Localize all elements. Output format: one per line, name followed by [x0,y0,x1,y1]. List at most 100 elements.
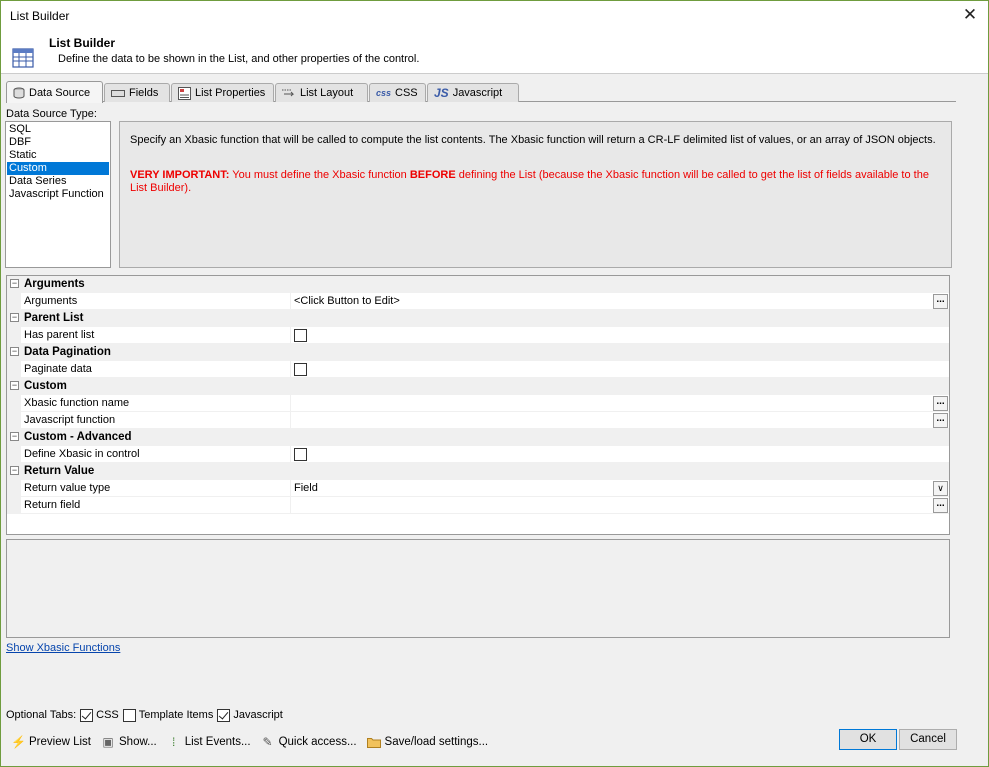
cancel-button[interactable]: Cancel [899,729,957,750]
category-label: Parent List [24,312,84,324]
optional-tab-javascript[interactable]: Javascript [217,708,283,722]
header-title: List Builder [49,36,116,50]
close-icon[interactable]: ✕ [960,5,980,25]
chevron-down-icon[interactable]: ∨ [933,481,948,496]
checkbox-label: Javascript [233,709,283,721]
category-parent-list[interactable]: − Parent List [7,310,949,327]
title-bar: List Builder ✕ [1,1,988,31]
folder-icon [366,738,381,748]
collapse-icon[interactable]: − [10,347,19,356]
property-name: Return value type [24,482,111,494]
category-arguments[interactable]: − Arguments [7,276,949,293]
category-custom[interactable]: − Custom [7,378,949,395]
tab-fields[interactable]: Fields [104,83,170,102]
data-source-type-label: Data Source Type: [6,108,97,120]
category-label: Return Value [24,465,95,477]
property-row-xbasic-function-name[interactable]: Xbasic function name ... [7,395,949,412]
warning-bold: BEFORE [409,169,456,181]
has-parent-list-checkbox[interactable] [294,329,307,342]
window-title: List Builder [10,9,70,23]
collapse-icon[interactable]: − [10,432,19,441]
list-item[interactable]: Static [7,149,109,162]
optional-tabs: Optional Tabs: CSS Template Items Javasc… [6,708,283,722]
property-value[interactable]: Field [294,482,318,494]
category-data-pagination[interactable]: − Data Pagination [7,344,949,361]
row-gutter [7,480,21,497]
collapse-icon[interactable]: − [10,466,19,475]
list-item[interactable]: DBF [7,136,109,149]
property-value: <Click Button to Edit> [294,295,400,307]
property-row-javascript-function[interactable]: Javascript function ... [7,412,949,429]
tab-label: List Properties [195,87,266,99]
optional-tab-css[interactable]: CSS [80,708,119,722]
property-row-return-field[interactable]: Return field ... [7,497,949,514]
property-name: Xbasic function name [24,397,130,409]
row-gutter [7,361,21,378]
js-icon: JS [434,86,449,100]
property-name: Arguments [24,295,78,307]
property-grid: − Arguments Arguments <Click Button to E… [6,275,950,535]
lightning-icon: ⚡ [11,735,26,749]
tab-list-layout[interactable]: List Layout [275,83,368,102]
tab-css[interactable]: css CSS [369,83,426,102]
preview-list-button[interactable]: ⚡ Preview List [11,735,91,749]
bottom-toolbar: ⚡ Preview List ▣ Show... ⁞ List Events..… [11,732,488,752]
tab-javascript[interactable]: JS Javascript [427,83,519,102]
list-item[interactable]: Javascript Function [7,188,109,201]
events-icon: ⁞ [172,735,176,749]
optional-tab-template-items[interactable]: Template Items [122,708,214,722]
property-row-paginate-data[interactable]: Paginate data [7,361,949,378]
toolbar-label: Show... [119,736,157,748]
column-divider [290,395,291,412]
column-divider [290,497,291,514]
checkbox-label: Template Items [138,709,214,721]
tab-label: CSS [395,87,418,99]
css-icon: css [376,88,392,98]
column-divider [290,293,291,310]
list-item[interactable]: Data Series [7,175,109,188]
collapse-icon[interactable]: − [10,313,19,322]
list-events-button[interactable]: ⁞ List Events... [167,735,251,749]
property-row-return-value-type[interactable]: Return value type Field ∨ [7,480,949,497]
category-return-value[interactable]: − Return Value [7,463,949,480]
field-icon [111,90,125,97]
property-row-arguments[interactable]: Arguments <Click Button to Edit> ... [7,293,949,310]
dialog-header: List Builder Define the data to be shown… [1,31,988,74]
checkbox[interactable] [80,708,94,722]
checkbox[interactable] [217,708,231,722]
checkbox[interactable] [122,708,136,722]
show-button[interactable]: ▣ Show... [101,735,157,749]
collapse-icon[interactable]: − [10,279,19,288]
list-item[interactable]: SQL [7,123,109,136]
optional-tabs-label: Optional Tabs: [6,709,77,721]
properties-icon [178,86,191,100]
ellipsis-button[interactable]: ... [933,396,948,411]
toolbar-label: List Events... [184,736,251,748]
property-name: Define Xbasic in control [24,448,140,460]
property-row-has-parent-list[interactable]: Has parent list [7,327,949,344]
property-row-define-xbasic-in-control[interactable]: Define Xbasic in control [7,446,949,463]
row-gutter [7,327,21,344]
quick-access-button[interactable]: ✎ Quick access... [261,735,357,749]
ellipsis-button[interactable]: ... [933,413,948,428]
show-xbasic-functions-link[interactable]: Show Xbasic Functions [6,642,120,654]
list-item-selected[interactable]: Custom [7,162,109,175]
tab-label: Javascript [452,87,503,99]
tab-data-source[interactable]: Data Source [6,81,103,103]
ok-button[interactable]: OK [839,729,897,750]
save-load-settings-button[interactable]: Save/load settings... [366,736,488,748]
column-divider [290,327,291,344]
paginate-data-checkbox[interactable] [294,363,307,376]
row-gutter [7,446,21,463]
collapse-icon[interactable]: − [10,381,19,390]
define-xbasic-checkbox[interactable] [294,448,307,461]
tab-list-properties[interactable]: List Properties [171,83,274,102]
category-custom-advanced[interactable]: − Custom - Advanced [7,429,949,446]
checkbox-label: CSS [96,709,119,721]
ellipsis-button[interactable]: ... [933,294,948,309]
row-gutter [7,412,21,429]
row-gutter [7,497,21,514]
data-source-type-list[interactable]: SQL DBF Static Custom Data Series Javasc… [5,121,111,268]
list-builder-window: List Builder ✕ List Builder Define the d… [0,0,989,767]
ellipsis-button[interactable]: ... [933,498,948,513]
